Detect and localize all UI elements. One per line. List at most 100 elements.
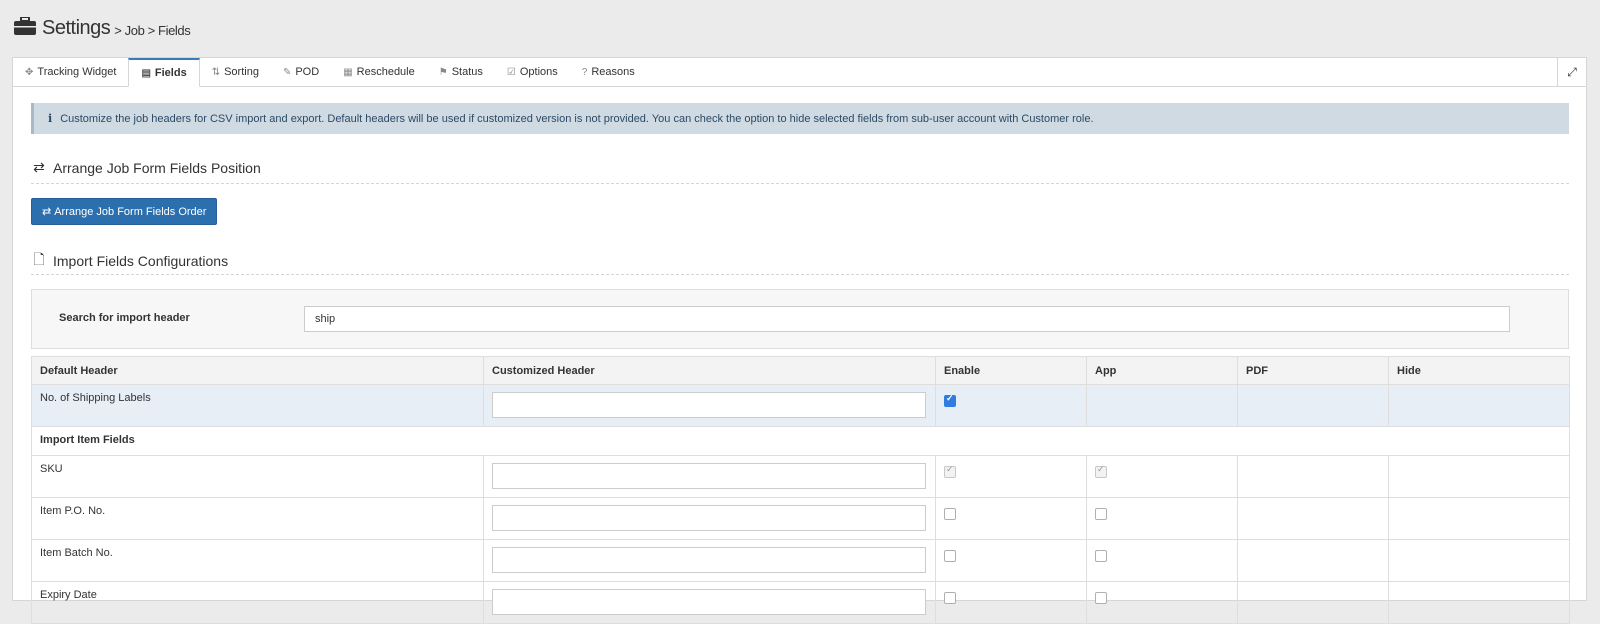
customized-header-cell bbox=[483, 497, 936, 540]
tab-label: Fields bbox=[154, 67, 187, 79]
customized-header-input[interactable] bbox=[492, 392, 926, 418]
hide-cell bbox=[1388, 384, 1570, 427]
file-icon: 🗋 bbox=[33, 251, 45, 267]
tab-reasons[interactable]: ? Reasons bbox=[570, 58, 647, 86]
app-cell bbox=[1086, 455, 1238, 498]
edit-icon: ✎ bbox=[282, 66, 292, 78]
app-checkbox[interactable] bbox=[1095, 550, 1107, 562]
app-cell bbox=[1086, 581, 1238, 624]
table-row: Item P.O. No. bbox=[31, 497, 1570, 540]
expand-icon[interactable]: ⤢ bbox=[1557, 58, 1586, 86]
search-input[interactable] bbox=[304, 306, 1510, 332]
arrange-fields-order-button[interactable]: ⇄ Arrange Job Form Fields Order bbox=[31, 198, 218, 225]
hide-cell bbox=[1388, 581, 1570, 624]
customized-header-input[interactable] bbox=[492, 547, 926, 573]
swap-icon: ⇄ bbox=[33, 159, 45, 175]
tab-bar: ✥ Tracking Widget ▤ Fields ⇅ Sorting ✎ POD ▦… bbox=[13, 58, 1586, 87]
tab-sorting[interactable]: ⇅ Sorting bbox=[200, 58, 271, 86]
pdf-cell bbox=[1237, 497, 1389, 540]
briefcase-icon bbox=[14, 17, 36, 35]
section-title: Import Fields Configurations bbox=[53, 253, 229, 269]
hide-cell bbox=[1388, 539, 1570, 582]
list-icon: ▤ bbox=[141, 67, 151, 79]
customized-header-cell bbox=[483, 384, 936, 427]
info-text: Customize the job headers for CSV import… bbox=[60, 112, 1094, 125]
flag-icon: ⚑ bbox=[438, 66, 448, 78]
table-row: No. of Shipping Labels bbox=[31, 384, 1570, 427]
table-header-row: Default Header Customized Header Enable … bbox=[31, 356, 1570, 385]
tab-options[interactable]: ☑ Options bbox=[495, 58, 570, 86]
tab-pod[interactable]: ✎ POD bbox=[271, 58, 331, 86]
column-header: Default Header bbox=[31, 356, 484, 385]
column-header: Enable bbox=[935, 356, 1087, 385]
table-row: Expiry Date bbox=[31, 581, 1570, 624]
tab-label: POD bbox=[295, 66, 320, 78]
tab-label: Tracking Widget bbox=[37, 66, 117, 78]
section-title: Arrange Job Form Fields Position bbox=[53, 159, 261, 176]
tab-label: Options bbox=[519, 66, 558, 78]
enable-cell bbox=[935, 384, 1087, 427]
swap-icon: ⇄ bbox=[42, 206, 52, 218]
crosshair-icon: ✥ bbox=[25, 66, 34, 78]
tab-label: Status bbox=[451, 66, 483, 78]
customized-header-input[interactable] bbox=[492, 505, 926, 531]
default-header-cell: SKU bbox=[31, 455, 484, 498]
divider bbox=[31, 183, 1569, 184]
enable-checkbox[interactable] bbox=[944, 508, 956, 520]
info-alert: i Customize the job headers for CSV impo… bbox=[31, 103, 1569, 134]
tab-reschedule[interactable]: ▦ Reschedule bbox=[331, 58, 427, 86]
import-fields-table: Default Header Customized Header Enable … bbox=[31, 356, 1570, 624]
button-label: Arrange Job Form Fields Order bbox=[54, 205, 207, 218]
default-header-cell: No. of Shipping Labels bbox=[31, 384, 484, 427]
app-cell bbox=[1086, 539, 1238, 582]
arrange-section-heading: ⇄ Arrange Job Form Fields Position bbox=[31, 159, 1569, 176]
enable-checkbox[interactable] bbox=[944, 550, 956, 562]
customized-header-input[interactable] bbox=[492, 463, 926, 489]
fields-content: i Customize the job headers for CSV impo… bbox=[31, 103, 1570, 624]
pdf-cell bbox=[1237, 539, 1389, 582]
search-panel: Search for import header bbox=[31, 289, 1569, 349]
tab-label: Reasons bbox=[591, 66, 635, 78]
hide-cell bbox=[1388, 455, 1570, 498]
enable-checkbox[interactable] bbox=[944, 592, 956, 604]
enable-checkbox[interactable] bbox=[944, 393, 956, 407]
hide-cell bbox=[1388, 497, 1570, 540]
enable-cell bbox=[935, 539, 1087, 582]
app-checkbox[interactable] bbox=[1095, 508, 1107, 520]
checkbox-icon: ☑ bbox=[506, 66, 516, 78]
default-header-cell: Item Batch No. bbox=[31, 539, 484, 582]
page-header: Settings > Job > Fields bbox=[14, 10, 191, 40]
search-label: Search for import header bbox=[59, 312, 190, 324]
tab-status[interactable]: ⚑ Status bbox=[427, 58, 495, 86]
tab-label: Sorting bbox=[224, 66, 259, 78]
default-header-cell: Item P.O. No. bbox=[31, 497, 484, 540]
tab-fields[interactable]: ▤ Fields bbox=[128, 58, 200, 87]
info-icon: i bbox=[48, 112, 53, 125]
column-header: App bbox=[1086, 356, 1238, 385]
tab-label: Reschedule bbox=[356, 66, 415, 78]
import-section-heading: 🗋 Import Fields Configurations bbox=[31, 249, 1569, 273]
enable-cell bbox=[935, 455, 1087, 498]
customized-header-cell bbox=[483, 581, 936, 624]
customized-header-cell bbox=[483, 455, 936, 498]
tab-tracking-widget[interactable]: ✥ Tracking Widget bbox=[13, 58, 128, 86]
group-label: Import Item Fields bbox=[31, 426, 1570, 456]
breadcrumb: > Job > Fields bbox=[114, 23, 191, 38]
divider bbox=[31, 274, 1569, 275]
table-row: Item Batch No. bbox=[31, 539, 1570, 582]
pdf-cell bbox=[1237, 384, 1389, 427]
app-checkbox[interactable] bbox=[1095, 592, 1107, 604]
enable-cell bbox=[935, 497, 1087, 540]
customized-header-cell bbox=[483, 539, 936, 582]
customized-header-input[interactable] bbox=[492, 589, 926, 615]
column-header: Customized Header bbox=[483, 356, 936, 385]
question-icon: ? bbox=[581, 66, 588, 78]
column-header: Hide bbox=[1388, 356, 1570, 385]
pdf-cell bbox=[1237, 581, 1389, 624]
table-row: SKU bbox=[31, 455, 1570, 498]
app-cell bbox=[1086, 497, 1238, 540]
default-header-cell: Expiry Date bbox=[31, 581, 484, 624]
calendar-icon: ▦ bbox=[343, 66, 353, 78]
settings-panel: ✥ Tracking Widget ▤ Fields ⇅ Sorting ✎ POD ▦… bbox=[12, 57, 1587, 624]
pdf-cell bbox=[1237, 455, 1389, 498]
